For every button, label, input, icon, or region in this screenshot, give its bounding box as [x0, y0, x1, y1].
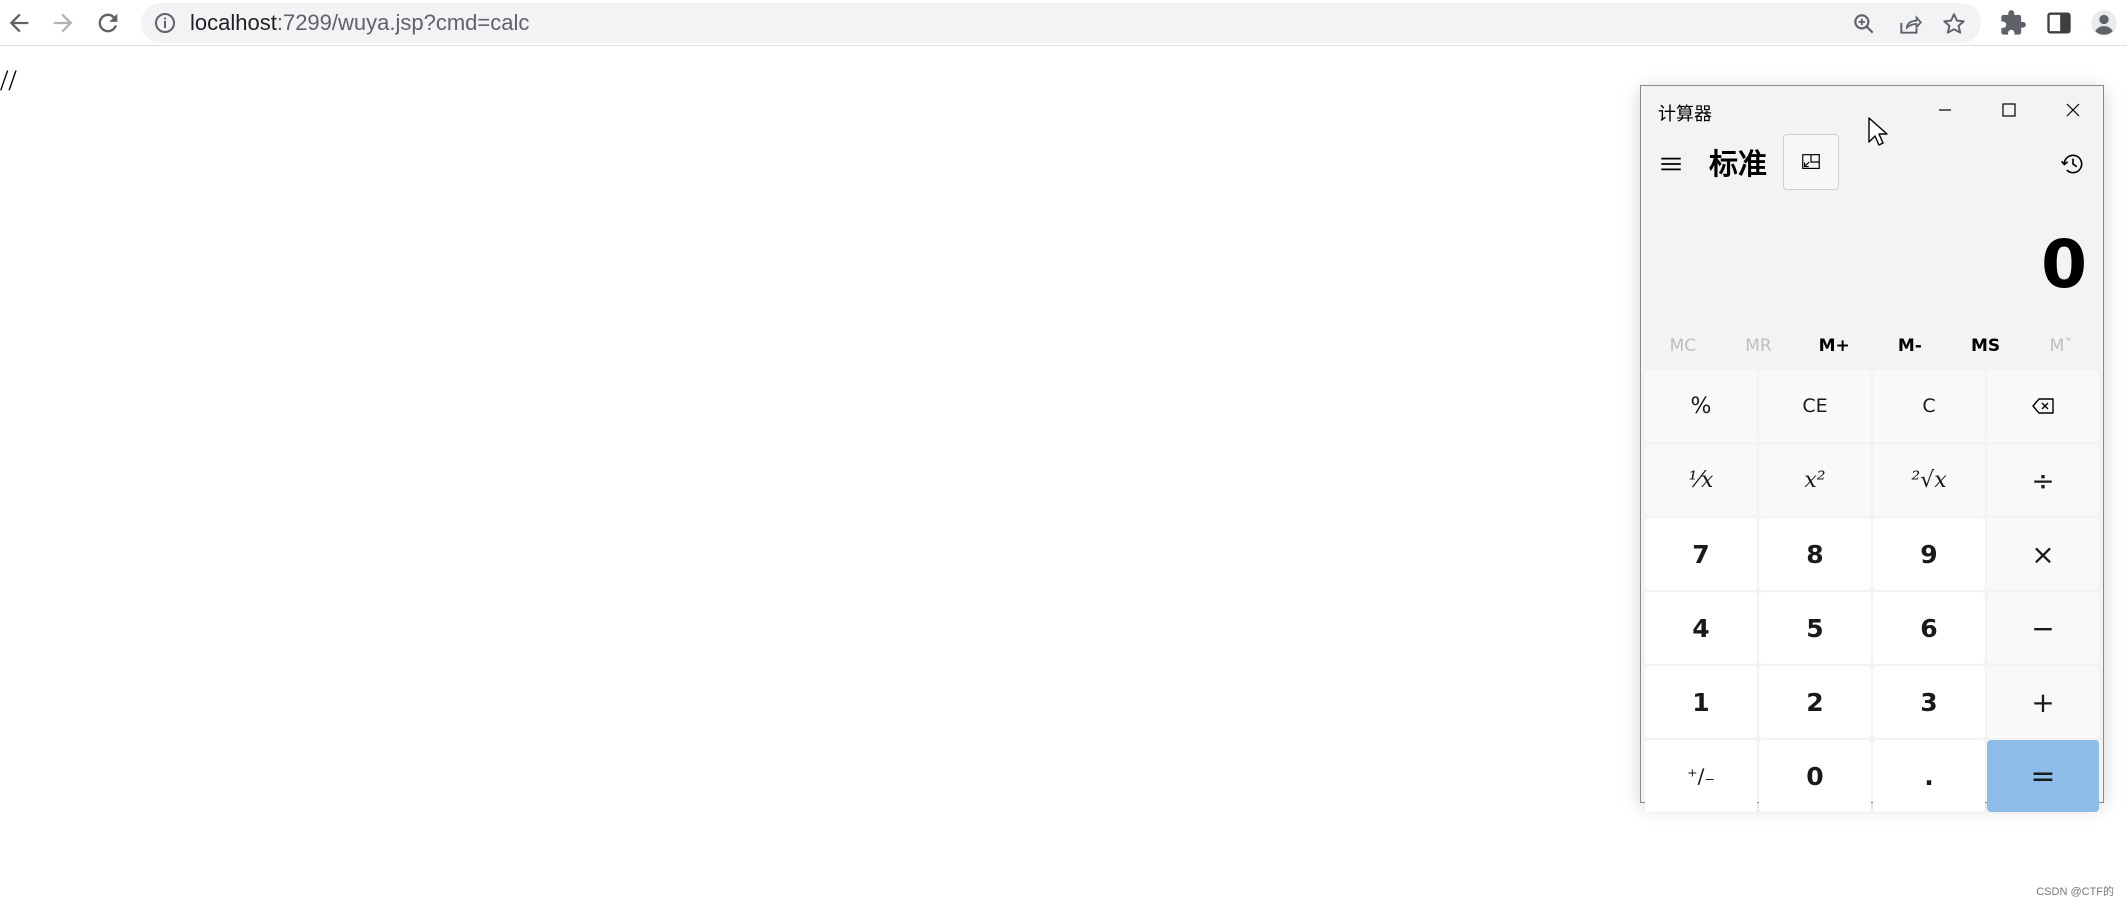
digit-5-button[interactable]: 5: [1759, 592, 1871, 664]
maximize-button[interactable]: [1977, 86, 2041, 134]
calculator-mode-title: 标准: [1709, 147, 1768, 181]
star-icon: [1943, 13, 1965, 34]
info-icon[interactable]: [153, 11, 177, 35]
close-button[interactable]: [2041, 86, 2105, 134]
puzzle-icon: [2001, 10, 2026, 35]
reload-button[interactable]: [89, 4, 127, 42]
forward-button[interactable]: [44, 4, 82, 42]
navigation-menu-button[interactable]: [1649, 142, 1693, 186]
browser-toolbar: localhost:7299/wuya.jsp?cmd=calc: [0, 0, 2127, 46]
digit-2-button[interactable]: 2: [1759, 666, 1871, 738]
zoom-icon: [1854, 14, 1874, 34]
calculator-window: 计算器 标准 0 MC MR M+ M- MS Mˇ % CE C ⅟x x² …: [1640, 85, 2105, 812]
negate-button[interactable]: ⁺∕₋: [1645, 740, 1757, 812]
square-root-button[interactable]: ²√x: [1873, 444, 1985, 516]
watermark-text: CSDN @CTF的: [2036, 886, 2114, 898]
memory-subtract-button[interactable]: M-: [1872, 326, 1948, 366]
history-button[interactable]: [2051, 142, 2095, 186]
clear-entry-button[interactable]: CE: [1759, 370, 1871, 442]
minimize-button[interactable]: [1913, 86, 1977, 134]
calculator-display: 0: [2041, 226, 2087, 303]
plus-button[interactable]: +: [1987, 666, 2099, 738]
square-button[interactable]: x²: [1759, 444, 1871, 516]
bookmark-button[interactable]: [1939, 9, 1969, 39]
multiply-button[interactable]: ×: [1987, 518, 2099, 590]
percent-button[interactable]: %: [1645, 370, 1757, 442]
memory-store-button[interactable]: MS: [1948, 326, 2024, 366]
keep-on-top-button[interactable]: [1783, 134, 1839, 190]
extensions-button[interactable]: [1996, 6, 2030, 40]
maximize-icon: [2002, 103, 2016, 117]
digit-3-button[interactable]: 3: [1873, 666, 1985, 738]
close-icon: [2066, 103, 2080, 117]
share-icon: [1900, 15, 1922, 34]
profile-icon: [2091, 10, 2117, 36]
decimal-button[interactable]: .: [1873, 740, 1985, 812]
clear-button[interactable]: C: [1873, 370, 1985, 442]
zoom-button[interactable]: [1849, 9, 1879, 39]
hamburger-icon: [1661, 157, 1681, 171]
url-text[interactable]: localhost:7299/wuya.jsp?cmd=calc: [190, 3, 529, 43]
arrow-left-icon: [9, 13, 29, 33]
digit-6-button[interactable]: 6: [1873, 592, 1985, 664]
arrow-right-icon: [53, 13, 73, 33]
side-panel-icon: [2047, 12, 2071, 34]
share-button[interactable]: [1895, 9, 1925, 39]
keypad: % CE C ⅟x x² ²√x ÷ 7 8 9 × 4 5 6 − 1 2 3…: [1645, 370, 2099, 812]
mouse-cursor-icon: [1868, 117, 1888, 146]
back-button[interactable]: [0, 4, 38, 42]
digit-0-button[interactable]: 0: [1759, 740, 1871, 812]
digit-8-button[interactable]: 8: [1759, 518, 1871, 590]
url-host: localhost: [190, 10, 277, 35]
profile-button[interactable]: [2087, 6, 2121, 40]
history-icon: [2061, 154, 2083, 174]
memory-clear-button[interactable]: MC: [1645, 326, 1721, 366]
digit-1-button[interactable]: 1: [1645, 666, 1757, 738]
minus-button[interactable]: −: [1987, 592, 2099, 664]
page-output-text: //: [0, 64, 17, 97]
memory-list-button[interactable]: Mˇ: [2023, 326, 2099, 366]
window-title: 计算器: [1658, 104, 1712, 125]
memory-row: MC MR M+ M- MS Mˇ: [1645, 326, 2099, 366]
memory-add-button[interactable]: M+: [1796, 326, 1872, 366]
digit-4-button[interactable]: 4: [1645, 592, 1757, 664]
side-panel-button[interactable]: [2042, 6, 2076, 40]
memory-recall-button[interactable]: MR: [1721, 326, 1797, 366]
digit-7-button[interactable]: 7: [1645, 518, 1757, 590]
backspace-button[interactable]: [1987, 370, 2099, 442]
digit-9-button[interactable]: 9: [1873, 518, 1985, 590]
backspace-icon: [2032, 398, 2054, 414]
reload-icon: [98, 13, 118, 33]
equals-button[interactable]: =: [1987, 740, 2099, 812]
reciprocal-button[interactable]: ⅟x: [1645, 444, 1757, 516]
divide-button[interactable]: ÷: [1987, 444, 2099, 516]
keep-on-top-icon: [1802, 154, 1820, 170]
address-bar[interactable]: localhost:7299/wuya.jsp?cmd=calc: [141, 3, 1981, 43]
minimize-icon: [1939, 109, 1951, 111]
url-path: :7299/wuya.jsp?cmd=calc: [276, 10, 530, 35]
